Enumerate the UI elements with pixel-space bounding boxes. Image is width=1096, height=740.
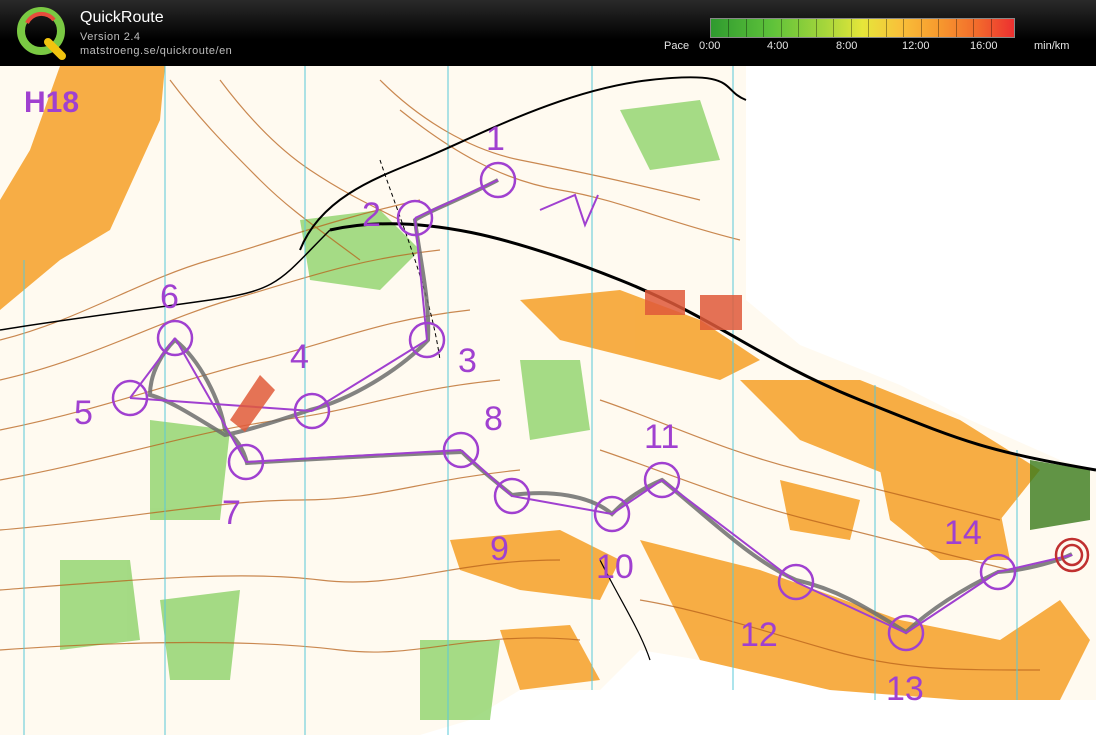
pace-unit: min/km (1034, 40, 1070, 52)
control-number: 13 (886, 670, 924, 708)
quickroute-logo (17, 7, 66, 60)
pace-tick: 12:00 (902, 40, 930, 52)
control-number: 3 (458, 342, 477, 380)
control-number: 10 (596, 548, 634, 586)
pace-tick: 4:00 (767, 40, 789, 52)
control-number: 4 (290, 338, 309, 376)
class-title: H18 (24, 86, 80, 119)
control-number: 2 (362, 196, 381, 234)
control-number: 14 (944, 514, 982, 552)
app-header: QuickRoute Version 2.4 matstroeng.se/qui… (0, 0, 1096, 66)
map-canvas: 1 2 3 4 5 6 7 8 9 10 11 12 13 14 (0, 66, 1096, 735)
pace-color-scale (710, 18, 1015, 38)
app-name: QuickRoute (80, 9, 164, 26)
pace-tick: 0:00 (699, 40, 721, 52)
control-number: 11 (644, 418, 679, 456)
pace-tick: 8:00 (836, 40, 858, 52)
app-url: matstroeng.se/quickroute/en (80, 45, 233, 57)
control-number: 8 (484, 400, 503, 438)
pace-tick: 16:00 (970, 40, 998, 52)
control-number: 12 (740, 616, 778, 654)
control-number: 9 (490, 530, 509, 568)
app-version-info: Version 2.4 matstroeng.se/quickroute/en (80, 30, 232, 58)
control-number: 1 (486, 120, 505, 158)
control-number: 5 (74, 394, 93, 432)
app-version: Version 2.4 (80, 31, 141, 43)
orienteering-map[interactable]: 1 2 3 4 5 6 7 8 9 10 11 12 13 14 (0, 66, 1096, 735)
control-number: 7 (222, 494, 241, 532)
pace-label: Pace (664, 40, 690, 52)
control-number: 6 (160, 278, 179, 316)
